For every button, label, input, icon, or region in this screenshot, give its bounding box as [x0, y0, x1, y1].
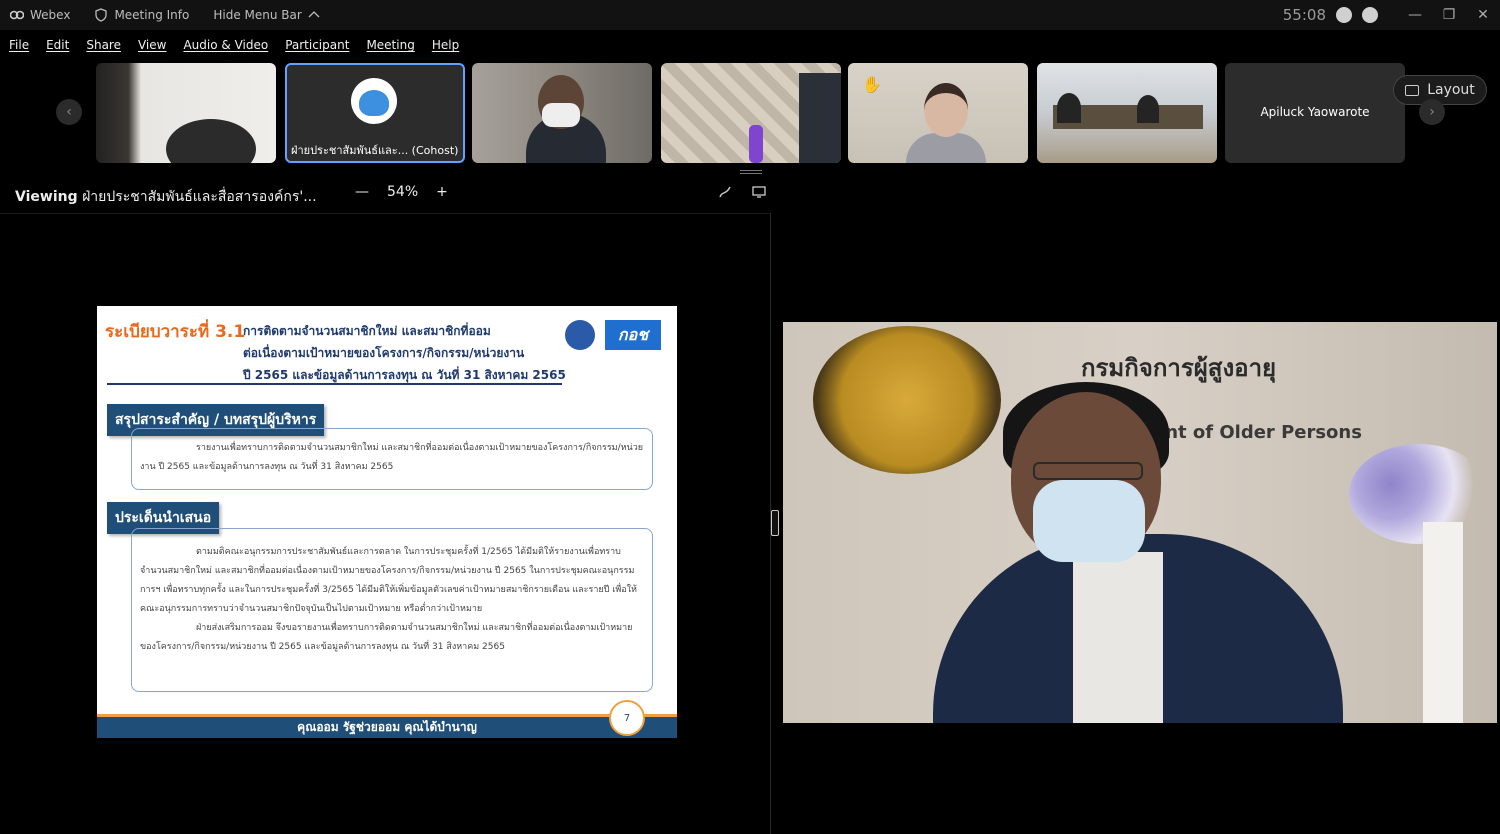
participant-silhouette [1057, 93, 1081, 123]
flower-arrangement [1349, 444, 1489, 544]
annotate-pen-icon[interactable] [718, 185, 732, 203]
raised-hand-icon: ✋ [862, 75, 882, 94]
summary-text: รายงานเพื่อทราบการติดตามจำนวนสมาชิกใหม่ … [140, 443, 644, 472]
minimize-icon[interactable]: — [1398, 7, 1432, 23]
app-name: Webex [30, 8, 71, 22]
scroll-left-button[interactable]: ‹ [56, 99, 82, 125]
ministry-seal-icon [565, 320, 595, 350]
menu-share[interactable]: Share [86, 38, 121, 52]
menu-edit[interactable]: Edit [46, 38, 69, 52]
close-icon[interactable]: ✕ [1466, 7, 1500, 23]
agency-name-sign: กรมกิจการผู้สูงอายุ [1081, 354, 1277, 382]
mascot-icon [359, 90, 389, 116]
layout-icon [1405, 84, 1420, 96]
participant-name-tile[interactable]: Apiluck Yaowarote [1225, 63, 1405, 163]
participant-silhouette [906, 133, 986, 163]
slide-footer: คุณออม รัฐช่วยออม คุณได้บำนาญ [97, 714, 677, 738]
chevron-up-icon [308, 8, 320, 22]
zoom-level: 54% [387, 184, 419, 200]
share-tools [718, 185, 786, 203]
slide-subtitle-line2: ต่อเนื่องตามเป้าหมายของโครงการ/กิจกรรม/ห… [243, 346, 525, 360]
participant-video-tile[interactable] [96, 63, 276, 163]
agency-english-sign: ent of Older Persons [1153, 422, 1362, 443]
menu-audio-video[interactable]: Audio & Video [183, 38, 268, 52]
menu-help[interactable]: Help [432, 38, 459, 52]
participant-silhouette [799, 73, 841, 163]
participant-video-tile[interactable] [472, 63, 652, 163]
slide-page-number: 7 [609, 700, 645, 736]
speaker-shirt [1073, 552, 1163, 723]
presentation-slide: ระเบียบวาระที่ 3.1 การติดตามจำนวนสมาชิกใ… [97, 306, 677, 738]
webex-app[interactable]: Webex [9, 8, 71, 22]
issues-box: ตามมติคณะอนุกรรมการประชาสัมพันธ์และการตล… [131, 528, 653, 692]
speaker-glasses [1033, 462, 1143, 480]
pop-out-share-icon[interactable] [752, 185, 766, 203]
webex-logo-icon [9, 8, 25, 22]
menu-view[interactable]: View [138, 38, 166, 52]
speaker-face-mask [1033, 480, 1145, 562]
hide-menu-bar-button[interactable]: Hide Menu Bar [213, 8, 320, 22]
participant-head [924, 83, 968, 137]
chevron-right-icon: › [1429, 104, 1435, 120]
participant-video-tile[interactable] [1037, 63, 1217, 163]
cohost-video-tile[interactable]: ฝ่ายประชาสัมพันธ์และ... (Cohost) [285, 63, 465, 163]
issues-paragraph-1: ตามมติคณะอนุกรรมการประชาสัมพันธ์และการตล… [140, 547, 637, 614]
participant-name: Apiluck Yaowarote [1260, 105, 1370, 119]
viewing-prefix: Viewing [15, 189, 78, 205]
participant-silhouette [166, 119, 256, 163]
scroll-right-button[interactable]: › [1419, 99, 1445, 125]
layout-label: Layout [1427, 82, 1475, 98]
zoom-in-button[interactable]: + [436, 184, 448, 200]
slide-subtitle-line1: การติดตามจำนวนสมาชิกใหม่ และสมาชิกที่ออม [243, 324, 491, 338]
object-bottle [749, 125, 763, 163]
flower-stand [1423, 522, 1463, 723]
layout-button[interactable]: Layout [1393, 75, 1487, 105]
chevron-left-icon: ‹ [66, 104, 72, 120]
menu-file[interactable]: File [9, 38, 29, 52]
summary-box: รายงานเพื่อทราบการติดตามจำนวนสมาชิกใหม่ … [131, 428, 653, 490]
recording-status-icon[interactable] [1336, 7, 1352, 23]
cohost-name-label: ฝ่ายประชาสัมพันธ์และ... (Cohost) [291, 144, 459, 157]
title-bar: Webex Meeting Info Hide Menu Bar 55:08 —… [0, 0, 1500, 30]
gor-or-chor-logo: กอช [605, 320, 661, 350]
active-speaker-video[interactable]: กรมกิจการผู้สูงอายุ ent of Older Persons [783, 322, 1497, 723]
hide-menu-label: Hide Menu Bar [213, 8, 302, 22]
viewing-label: Viewing ฝ่ายประชาสัมพันธ์และสื่อสารองค์ก… [15, 186, 317, 208]
slide-subtitle: การติดตามจำนวนสมาชิกใหม่ และสมาชิกที่ออม… [243, 320, 573, 386]
cohost-avatar [351, 78, 397, 124]
shield-icon [94, 8, 108, 22]
meeting-info-label: Meeting Info [114, 8, 190, 22]
slide-title: ระเบียบวาระที่ 3.1 [105, 322, 246, 342]
network-stats-icon[interactable] [1362, 7, 1378, 23]
participant-video-tile[interactable]: ✋ [848, 63, 1028, 163]
participant-strip: ‹ ฝ่ายประชาสัมพันธ์และ... (Cohost) ✋ Api… [0, 60, 1500, 166]
viewing-source: ฝ่ายประชาสัมพันธ์และสื่อสารองค์กร'... [82, 189, 317, 205]
resize-grip[interactable] [740, 170, 762, 174]
meeting-timer: 55:08 [1282, 6, 1326, 24]
agency-seal-icon [813, 326, 1001, 474]
menu-meeting[interactable]: Meeting [366, 38, 414, 52]
title-rule [107, 383, 562, 385]
menu-participant[interactable]: Participant [285, 38, 349, 52]
participant-video-tile[interactable] [661, 63, 841, 163]
menu-bar: File Edit Share View Audio & Video Parti… [0, 32, 467, 58]
pane-divider-handle[interactable] [771, 510, 779, 536]
face-mask [542, 103, 580, 127]
participant-silhouette [1137, 95, 1159, 123]
issues-paragraph-2: ฝ่ายส่งเสริมการออม จึงขอรายงานเพื่อทราบก… [140, 623, 633, 652]
meeting-info-button[interactable]: Meeting Info [94, 8, 189, 22]
restore-icon[interactable]: ❐ [1432, 7, 1466, 23]
zoom-out-button[interactable]: — [355, 184, 369, 200]
zoom-control: — 54% + [346, 184, 457, 200]
